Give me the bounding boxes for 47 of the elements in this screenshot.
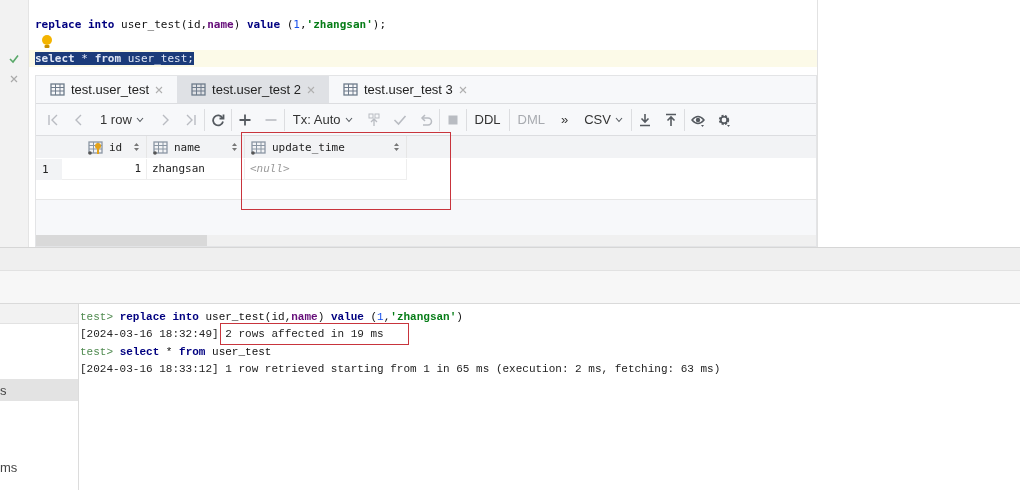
table-cell: 1: [62, 158, 147, 180]
result-tab[interactable]: test.user_test 3: [328, 76, 481, 103]
sidebar-item[interactable]: s: [0, 379, 78, 401]
console-command: test> select * from user_test: [80, 345, 272, 358]
table-icon: [50, 82, 65, 97]
sort-icon[interactable]: [133, 142, 140, 152]
null-cell: <null>: [245, 158, 407, 180]
lightbulb-icon[interactable]: [41, 34, 53, 49]
download-icon[interactable]: [637, 112, 652, 127]
scrollbar-thumb[interactable]: [36, 235, 207, 246]
log-message: 1 row retrieved starting from 1 in 65 ms (execution: 2 ms, fetching: 63 ms): [225, 363, 721, 376]
toolbar-button[interactable]: DDL: [472, 112, 503, 127]
caret-icon: [614, 116, 623, 123]
close-icon[interactable]: [306, 85, 315, 94]
sidebar-item[interactable]: ms: [0, 456, 78, 478]
result-tab[interactable]: test.user_test: [36, 76, 178, 103]
column-header[interactable]: update_time: [272, 140, 345, 154]
dropdown-button[interactable]: CSV: [582, 112, 625, 127]
caret-icon: [135, 116, 144, 123]
table-icon: [191, 82, 207, 97]
table-cell: zhangsan: [147, 158, 245, 180]
log-timestamp: [2024-03-16 18:32:49]: [80, 328, 219, 341]
sort-icon[interactable]: [231, 142, 238, 152]
column-header[interactable]: id: [109, 140, 123, 154]
table-icon: [342, 82, 358, 97]
upload-icon[interactable]: [663, 112, 678, 127]
sort-icon[interactable]: [393, 142, 400, 152]
result-tab[interactable]: test.user_test 2: [177, 76, 329, 103]
code-line: replace into user_test(id,name) value (1,'zhangsan');: [35, 18, 387, 31]
caret-icon: [344, 116, 353, 123]
log-message: 2 rows affected in 19 ms: [225, 328, 384, 341]
close-icon[interactable]: [10, 75, 18, 83]
column-icon: [153, 139, 169, 155]
dropdown-button[interactable]: Tx: Auto: [290, 112, 355, 127]
dropdown-button[interactable]: 1 row: [98, 112, 146, 127]
row-number: 1: [36, 158, 62, 180]
log-timestamp: [2024-03-16 18:33:12]: [80, 363, 219, 376]
settings-icon[interactable]: [716, 112, 731, 127]
toolbar-button[interactable]: »: [558, 112, 571, 127]
column-header[interactable]: name: [174, 140, 201, 154]
column-icon: [251, 139, 267, 155]
add-icon[interactable]: [237, 112, 252, 127]
refresh-icon[interactable]: [210, 112, 225, 127]
close-icon[interactable]: [458, 85, 467, 94]
console-command: test> replace into user_test(id,name) value (1,'zhangsan'): [80, 310, 463, 323]
close-icon[interactable]: [155, 85, 164, 94]
key-column-icon: [88, 139, 104, 155]
